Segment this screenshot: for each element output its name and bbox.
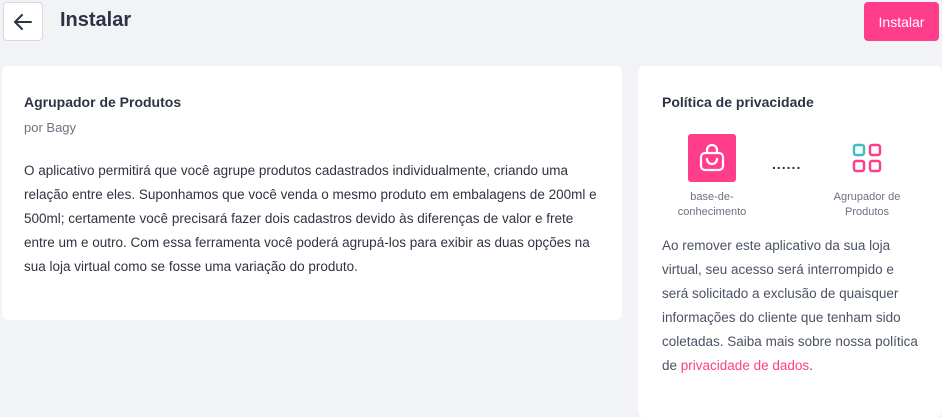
app-connection-diagram: base-de-conhecimento ...... Agrupador de…: [662, 134, 918, 224]
privacy-text-body: Ao remover este aplicativo da sua loja v…: [662, 238, 918, 373]
source-app-label: base-de-conhecimento: [677, 191, 747, 218]
source-app-node: base-de-conhecimento: [662, 134, 762, 220]
privacy-text: Ao remover este aplicativo da sua loja v…: [662, 234, 918, 378]
connector-dots: ......: [772, 156, 802, 172]
privacy-policy-card: Política de privacidade base-de-conhecim…: [638, 66, 942, 417]
app-description: O aplicativo permitirá que você agrupe p…: [24, 163, 597, 274]
back-button[interactable]: [3, 2, 43, 41]
privacy-title: Política de privacidade: [662, 94, 814, 110]
page-title: Instalar: [60, 9, 132, 31]
privacy-data-link[interactable]: privacidade de dados: [681, 358, 809, 373]
target-app-node: Agrupador de Produtos: [817, 134, 917, 220]
app-name: Agrupador de Produtos: [24, 94, 182, 110]
target-app-label: Agrupador de Produtos: [833, 191, 901, 218]
arrow-left-icon: [14, 13, 32, 30]
shopping-bag-icon: [688, 134, 736, 182]
app-author: por Bagy: [24, 120, 77, 135]
grid-icon: [843, 134, 891, 182]
privacy-text-end: .: [809, 358, 813, 373]
app-details-card: Agrupador de Produtos por Bagy O aplicat…: [2, 66, 622, 320]
install-button[interactable]: Instalar: [864, 2, 939, 41]
